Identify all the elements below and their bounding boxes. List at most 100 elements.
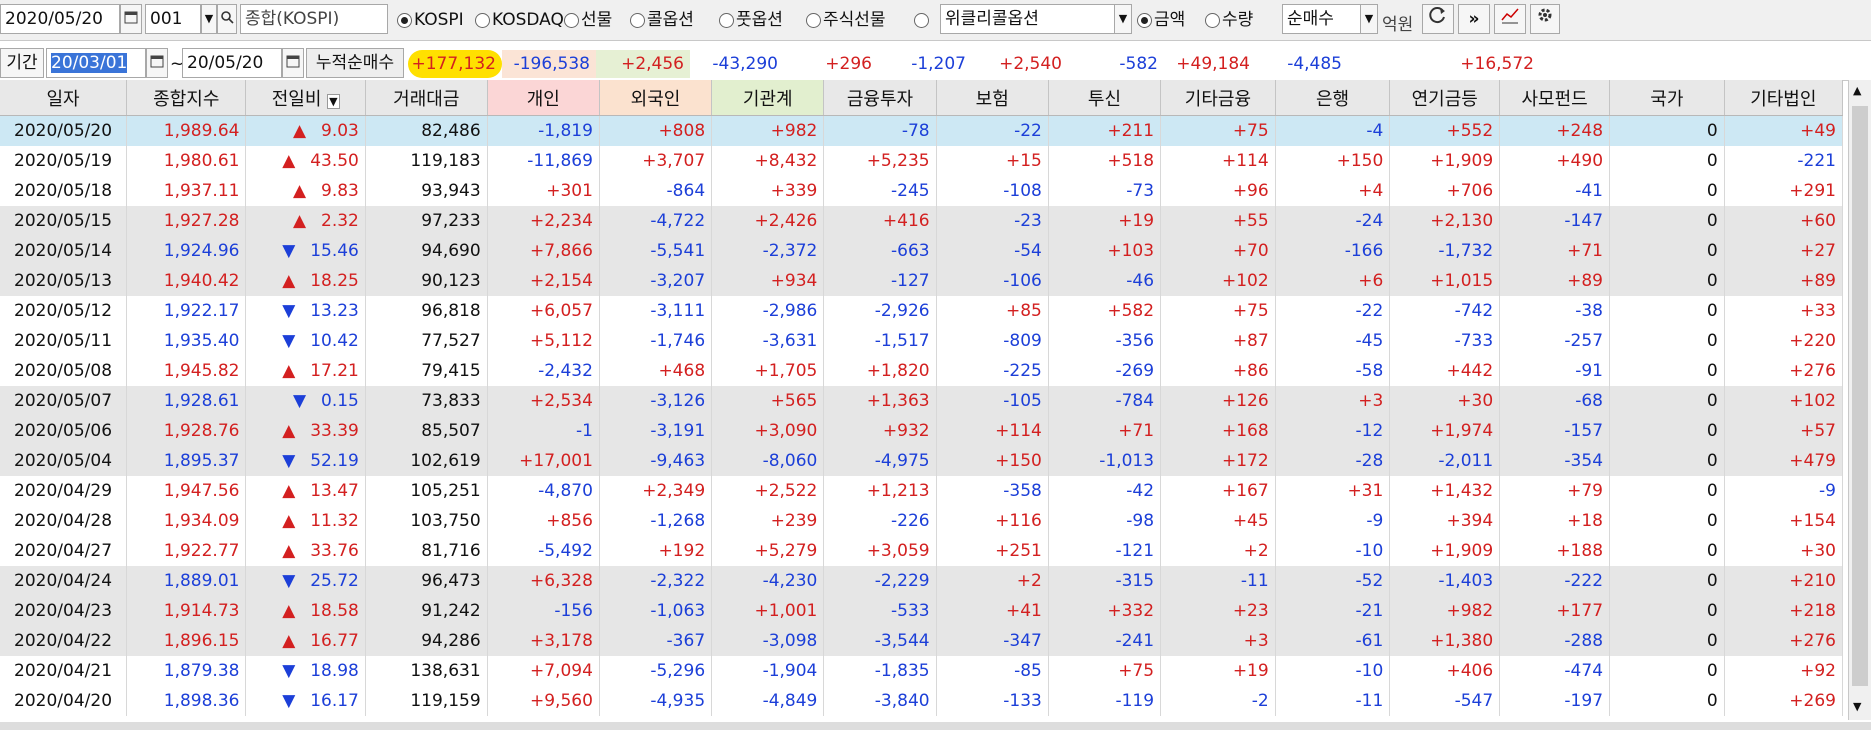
cell-foreign: -9,463 — [599, 446, 713, 476]
radio-stock-futures[interactable]: 주식선물 — [806, 5, 886, 35]
vertical-scrollbar[interactable]: ▲ ▼ — [1848, 80, 1871, 720]
col-volume[interactable]: 거래대금 — [365, 80, 488, 116]
radio-futures[interactable]: 선물 — [564, 5, 612, 35]
cell-individual: +7,866 — [487, 236, 600, 266]
col-bank[interactable]: 은행 — [1275, 80, 1391, 116]
col-insurance[interactable]: 보험 — [936, 80, 1049, 116]
table-row[interactable]: 2020/05/18 1,937.11 ▲ 9.83 93,943 +301 -864 +33… — [0, 176, 1844, 206]
period-to-input[interactable]: 20/05/20 — [182, 48, 282, 78]
cell-insurance: -347 — [936, 626, 1049, 656]
radio-amount[interactable]: 금액 — [1137, 5, 1185, 35]
col-state[interactable]: 국가 — [1609, 80, 1725, 116]
cell-index: 1,928.76 — [126, 416, 247, 446]
col-private-fund[interactable]: 사모펀드 — [1499, 80, 1611, 116]
cell-state: 0 — [1609, 236, 1725, 266]
dropdown-icon[interactable]: ▼ — [201, 4, 217, 34]
table-row[interactable]: 2020/05/06 1,928.76 ▲ 33.39 85,507 -1 -3,191 +3… — [0, 416, 1844, 446]
table-row[interactable]: 2020/05/08 1,945.82 ▲ 17.21 79,415 -2,432 +468… — [0, 356, 1844, 386]
col-change[interactable]: 전일비 ▼ — [245, 80, 366, 116]
col-foreign[interactable]: 외국인 — [599, 80, 713, 116]
cell-insurance: +15 — [936, 146, 1049, 176]
cell-date: 2020/05/12 — [0, 296, 128, 326]
code-input[interactable]: 001 — [145, 4, 201, 34]
radio-kosdaq[interactable]: KOSDAQ — [475, 5, 564, 35]
scroll-thumb[interactable] — [1852, 106, 1868, 686]
cell-trust: +75 — [1048, 656, 1162, 686]
cell-institution: -8,060 — [711, 446, 825, 476]
cell-private-fund: -68 — [1499, 386, 1611, 416]
chart-icon[interactable] — [1494, 4, 1526, 34]
cell-individual: +856 — [487, 506, 600, 536]
table-row[interactable]: 2020/05/19 1,980.61 ▲ 43.50 119,183 -11,869 +3… — [0, 146, 1844, 176]
col-financial[interactable]: 금융투자 — [823, 80, 937, 116]
table-row[interactable]: 2020/05/12 1,922.17 ▼ 13.23 96,818 +6,057 -3,1… — [0, 296, 1844, 326]
calendar-icon[interactable] — [146, 48, 168, 78]
col-date[interactable]: 일자 — [0, 80, 128, 116]
dropdown-icon[interactable]: ▼ — [1114, 4, 1132, 34]
table-row[interactable]: 2020/05/13 1,940.42 ▲ 18.25 90,123 +2,154 -3,2… — [0, 266, 1844, 296]
table-row[interactable]: 2020/04/22 1,896.15 ▲ 16.77 94,286 +3,178 -367… — [0, 626, 1844, 656]
cell-change: ▲ 18.25 — [245, 266, 366, 296]
calendar-icon[interactable] — [120, 4, 142, 34]
cell-index: 1,896.15 — [126, 626, 247, 656]
cell-individual: +3,178 — [487, 626, 600, 656]
table-row[interactable]: 2020/05/15 1,927.28 ▲ 2.32 97,233 +2,234 -4,72… — [0, 206, 1844, 236]
table-row[interactable]: 2020/05/11 1,935.40 ▼ 10.42 77,527 +5,112 -1,7… — [0, 326, 1844, 356]
cell-foreign: +808 — [599, 115, 713, 146]
forward-icon[interactable]: » — [1458, 4, 1490, 34]
cell-index: 1,937.11 — [126, 176, 247, 206]
scroll-down-icon[interactable]: ▼ — [1853, 700, 1861, 713]
table-row[interactable]: 2020/05/07 1,928.61 ▼ 0.15 73,833 +2,534 -3,12… — [0, 386, 1844, 416]
cum-state — [1348, 50, 1444, 78]
netbuy-select[interactable]: 순매수 — [1282, 4, 1362, 34]
table-row[interactable]: 2020/04/24 1,889.01 ▼ 25.72 96,473 +6,328 -2,3… — [0, 566, 1844, 596]
table-row[interactable]: 2020/04/28 1,934.09 ▲ 11.32 103,750 +856 -1,26… — [0, 506, 1844, 536]
cell-change: ▲ 18.58 — [245, 596, 366, 626]
table-row[interactable]: 2020/04/27 1,922.77 ▲ 33.76 81,716 -5,492 +192… — [0, 536, 1844, 566]
scroll-up-icon[interactable]: ▲ — [1853, 84, 1861, 97]
cell-other-corp: +218 — [1724, 596, 1844, 626]
dropdown-icon[interactable]: ▼ — [327, 93, 340, 109]
col-other-corp[interactable]: 기타법인 — [1724, 80, 1844, 116]
table-row[interactable]: 2020/04/23 1,914.73 ▲ 18.58 91,242 -156 -1,063… — [0, 596, 1844, 626]
cell-private-fund: +490 — [1499, 146, 1611, 176]
radio-kospi[interactable]: KOSPI — [397, 5, 464, 35]
refresh-icon[interactable] — [1422, 4, 1454, 34]
col-institution[interactable]: 기관계 — [711, 80, 825, 116]
dropdown-icon[interactable]: ▼ — [1360, 4, 1378, 34]
cell-pension: -2,011 — [1389, 446, 1501, 476]
table-row[interactable]: 2020/04/20 1,898.36 ▼ 16.17 119,159 +9,560 -4,… — [0, 686, 1844, 716]
down-arrow-icon: ▼ — [282, 571, 296, 591]
cell-change: ▼ 15.46 — [245, 236, 366, 266]
cell-pension: -547 — [1389, 686, 1501, 716]
table-row[interactable]: 2020/05/04 1,895.37 ▼ 52.19 102,619 +17,001 -9… — [0, 446, 1844, 476]
col-other-finance[interactable]: 기타금융 — [1160, 80, 1276, 116]
gear-icon[interactable] — [1530, 4, 1560, 34]
cell-individual: +6,328 — [487, 566, 600, 596]
search-icon[interactable] — [217, 4, 237, 34]
date-input[interactable]: 2020/05/20 — [0, 4, 120, 34]
radio-weekly[interactable] — [914, 5, 931, 35]
radio-call-option[interactable]: 콜옵션 — [630, 5, 694, 35]
cell-pension: +1,974 — [1389, 416, 1501, 446]
table-row[interactable]: 2020/04/29 1,947.56 ▲ 13.47 105,251 -4,870 +2,… — [0, 476, 1844, 506]
cell-institution: +1,705 — [711, 356, 825, 386]
cell-private-fund: -354 — [1499, 446, 1611, 476]
cell-date: 2020/04/20 — [0, 686, 128, 716]
table-row[interactable]: 2020/05/20 1,989.64 ▲ 9.03 82,486 -1,819 +808 +… — [0, 115, 1844, 146]
radio-quantity[interactable]: 수량 — [1205, 5, 1253, 35]
radio-put-option[interactable]: 풋옵션 — [719, 5, 783, 35]
weekly-option-select[interactable]: 위클리콜옵션 — [940, 4, 1116, 34]
table-row[interactable]: 2020/04/21 1,879.38 ▼ 18.98 138,631 +7,094 -5,… — [0, 656, 1844, 686]
cell-state: 0 — [1609, 626, 1725, 656]
col-index[interactable]: 종합지수 — [126, 80, 247, 116]
period-from-input[interactable]: 20/03/01 — [46, 48, 146, 78]
cell-foreign: +2,349 — [599, 476, 713, 506]
col-individual[interactable]: 개인 — [487, 80, 600, 116]
col-pension[interactable]: 연기금등 — [1389, 80, 1501, 116]
cell-other-corp: +60 — [1724, 206, 1844, 236]
table-row[interactable]: 2020/05/14 1,924.96 ▼ 15.46 94,690 +7,866 -5,5… — [0, 236, 1844, 266]
col-trust[interactable]: 투신 — [1048, 80, 1162, 116]
calendar-icon[interactable] — [282, 48, 304, 78]
cell-bank: -9 — [1275, 506, 1391, 536]
